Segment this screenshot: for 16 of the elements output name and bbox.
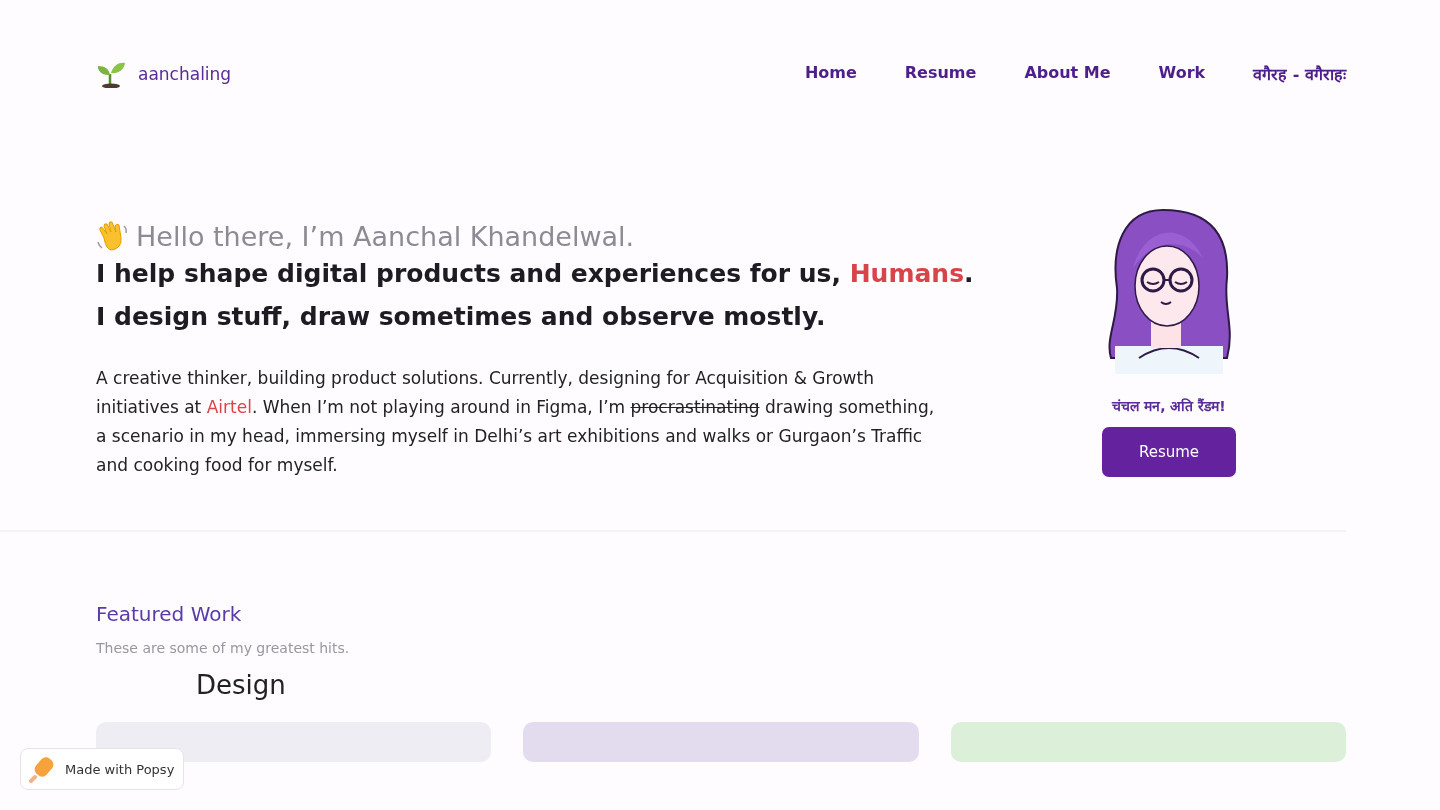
nav-link[interactable]: Work <box>1158 63 1206 85</box>
made-with-popsy-badge[interactable]: Made with Popsy <box>20 748 185 790</box>
headline-text: I design stuff, draw sometimes and observe mostly. <box>96 301 826 333</box>
category-heading: Design <box>196 670 287 700</box>
tagline-text: चंचल मन, अति रैंडम! <box>1112 397 1226 415</box>
nav-link[interactable]: Resume <box>904 63 977 85</box>
greeting-text: Hello there, I’m Aanchal Khandelwal. <box>136 220 635 252</box>
nav-link[interactable]: About Me <box>1024 63 1111 85</box>
headline-text: I help shape digital products and experiences for us, Humans. <box>96 258 974 290</box>
section-title: Featured Work <box>96 602 243 626</box>
nav-link[interactable]: Home <box>804 63 857 85</box>
nav-link[interactable]: वगैरह - वगैराहः <box>1253 63 1346 85</box>
section-subtitle: These are some of my greatest hits. <box>96 640 351 656</box>
logo-text[interactable]: aanchaling <box>138 64 232 84</box>
bio-paragraph: A creative thinker, building product solutions. Currently, designing for Acquisition & Growth initiatives at Airtel. When I’m not playing around in Figma, I’m procrastinating drawing something, a scenario in my head, immersing myself in Delhi’s art exhibitions and walks or Gurgaon’s Traffic and cooking food for myself. <box>96 367 936 477</box>
resume-button[interactable]: Resume <box>1102 427 1236 477</box>
